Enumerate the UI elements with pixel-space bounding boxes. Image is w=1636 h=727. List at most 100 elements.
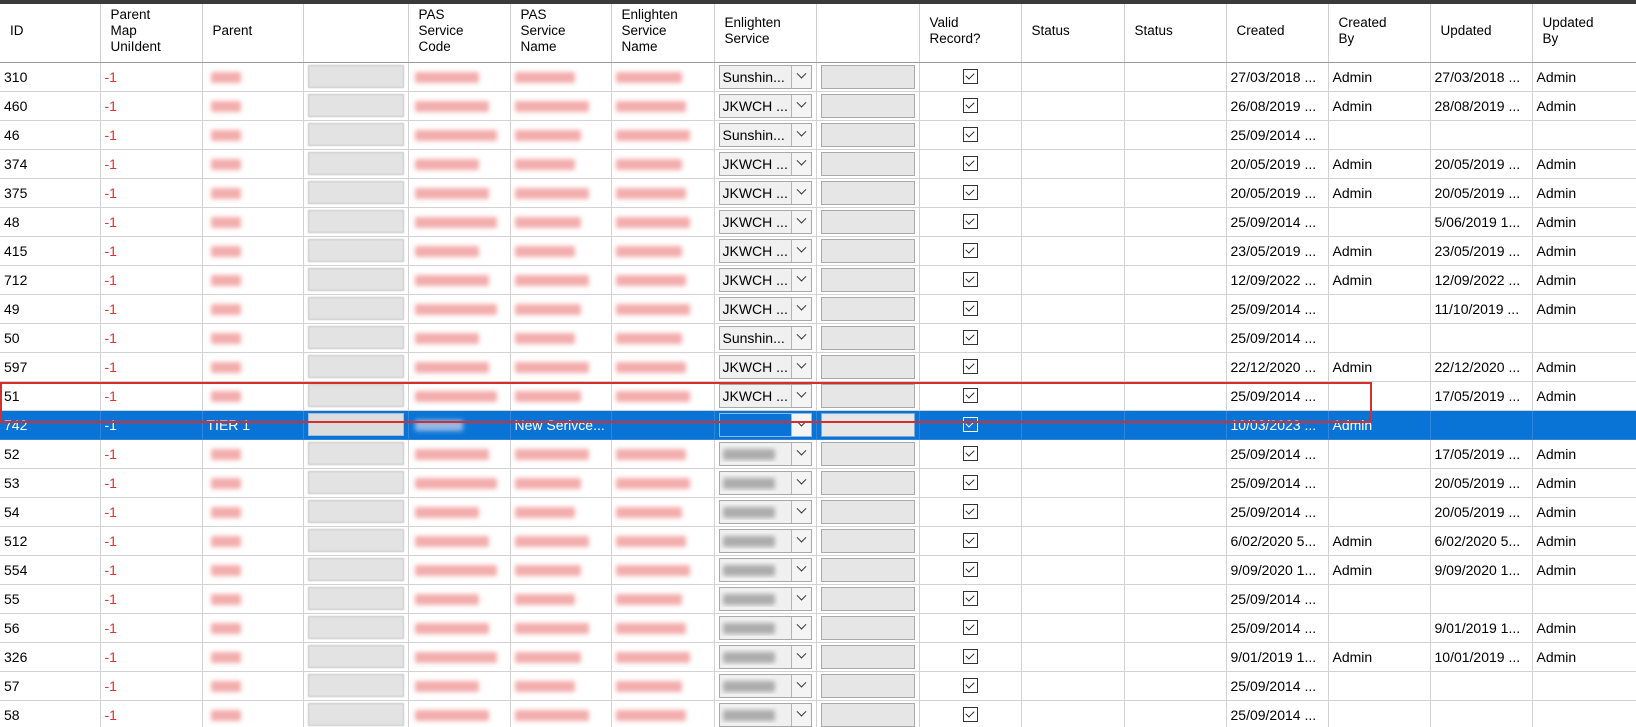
cell-created[interactable]: 9/09/2020 1...	[1226, 555, 1329, 585]
valid-record-checkbox[interactable]	[962, 475, 978, 490]
cell-valid-record[interactable]	[919, 120, 1022, 150]
cell-updated-by[interactable]: Admin	[1532, 381, 1636, 411]
valid-record-checkbox[interactable]	[962, 591, 978, 606]
cell-parent-map-uniident[interactable]: -1	[100, 526, 203, 556]
cell-parent[interactable]	[202, 294, 304, 324]
table-row[interactable]: 742 -1 TIER 1 New Serivce... 10/03/2023 ... A…	[0, 410, 1636, 440]
valid-record-checkbox[interactable]	[962, 359, 978, 374]
cell-input[interactable]	[816, 555, 920, 585]
cell-status-2[interactable]	[1124, 671, 1227, 701]
valid-record-checkbox[interactable]	[962, 301, 978, 316]
valid-record-checkbox[interactable]	[962, 620, 978, 635]
cell-pas-service-name[interactable]	[510, 381, 612, 411]
cell-input[interactable]	[816, 468, 920, 498]
input-box[interactable]	[820, 325, 915, 350]
cell-valid-record[interactable]	[919, 91, 1022, 121]
cell-status-2[interactable]	[1124, 555, 1227, 585]
valid-record-checkbox[interactable]	[962, 69, 978, 84]
cell-pas-service-code[interactable]	[408, 178, 511, 208]
enlighten-service-dropdown[interactable]	[718, 586, 812, 611]
cell-updated[interactable]	[1430, 410, 1533, 440]
input-box[interactable]	[820, 354, 915, 379]
cell-created-by[interactable]: Admin	[1328, 642, 1431, 672]
cell-pas-service-name[interactable]	[510, 149, 612, 179]
input-box[interactable]	[820, 528, 915, 553]
blank-field-box[interactable]	[307, 413, 404, 436]
cell-enlighten-service-name[interactable]	[611, 352, 715, 382]
blank-field-box[interactable]	[307, 65, 404, 88]
input-box[interactable]	[820, 441, 915, 466]
cell-blank-field[interactable]	[303, 526, 409, 556]
cell-updated[interactable]	[1430, 584, 1533, 614]
cell-updated-by[interactable]: Admin	[1532, 149, 1636, 179]
cell-created-by[interactable]: Admin	[1328, 555, 1431, 585]
cell-status-2[interactable]	[1124, 236, 1227, 266]
cell-pas-service-code[interactable]	[408, 381, 511, 411]
cell-parent-map-uniident[interactable]: -1	[100, 91, 203, 121]
cell-created[interactable]: 25/09/2014 ...	[1226, 120, 1329, 150]
table-row[interactable]: 554 -1 9/09/2020 1... Admin 9/09/2020 1... Ad…	[0, 555, 1636, 585]
cell-parent[interactable]	[202, 62, 304, 92]
cell-created-by[interactable]: Admin	[1328, 236, 1431, 266]
cell-valid-record[interactable]	[919, 439, 1022, 469]
input-box[interactable]	[820, 267, 915, 292]
table-row[interactable]: 50 -1 Sunshin... 25/09/2014 ...	[0, 323, 1636, 353]
cell-created-by[interactable]	[1328, 439, 1431, 469]
cell-pas-service-code[interactable]	[408, 120, 511, 150]
table-row[interactable]: 460 -1 JKWCH ... 26/08/2019 ... Admin 28/08/2…	[0, 91, 1636, 121]
cell-input[interactable]	[816, 526, 920, 556]
cell-id[interactable]: 310	[0, 62, 101, 92]
table-row[interactable]: 415 -1 JKWCH ... 23/05/2019 ... Admin 23/05/2…	[0, 236, 1636, 266]
cell-enlighten-service-name[interactable]	[611, 294, 715, 324]
cell-status[interactable]	[1021, 120, 1125, 150]
cell-pas-service-name[interactable]	[510, 120, 612, 150]
cell-created[interactable]: 20/05/2019 ...	[1226, 149, 1329, 179]
cell-pas-service-name[interactable]	[510, 207, 612, 237]
cell-blank-field[interactable]	[303, 323, 409, 353]
cell-updated-by[interactable]	[1532, 671, 1636, 701]
column-header-5[interactable]: PAS Service Name	[510, 4, 612, 63]
cell-pas-service-name[interactable]	[510, 700, 612, 727]
cell-parent[interactable]	[202, 671, 304, 701]
cell-status[interactable]	[1021, 236, 1125, 266]
valid-record-checkbox[interactable]	[962, 156, 978, 171]
cell-id[interactable]: 326	[0, 642, 101, 672]
table-row[interactable]: 48 -1 JKWCH ... 25/09/2014 ... 5/06/2019 1..…	[0, 207, 1636, 237]
cell-updated[interactable]	[1430, 120, 1533, 150]
cell-created[interactable]: 25/09/2014 ...	[1226, 439, 1329, 469]
table-row[interactable]: 374 -1 JKWCH ... 20/05/2019 ... Admin 20/05/2…	[0, 149, 1636, 179]
cell-valid-record[interactable]	[919, 410, 1022, 440]
valid-record-checkbox[interactable]	[962, 98, 978, 113]
valid-record-checkbox[interactable]	[962, 330, 978, 345]
cell-updated-by[interactable]: Admin	[1532, 526, 1636, 556]
cell-enlighten-service-name[interactable]	[611, 468, 715, 498]
cell-created-by[interactable]	[1328, 613, 1431, 643]
cell-updated[interactable]	[1430, 671, 1533, 701]
cell-status[interactable]	[1021, 323, 1125, 353]
cell-created[interactable]: 23/05/2019 ...	[1226, 236, 1329, 266]
cell-status[interactable]	[1021, 613, 1125, 643]
cell-input[interactable]	[816, 671, 920, 701]
chevron-down-icon[interactable]	[790, 616, 811, 639]
cell-blank-field[interactable]	[303, 352, 409, 382]
cell-valid-record[interactable]	[919, 671, 1022, 701]
cell-updated-by[interactable]: Admin	[1532, 236, 1636, 266]
valid-record-checkbox[interactable]	[962, 185, 978, 200]
cell-parent-map-uniident[interactable]: -1	[100, 381, 203, 411]
cell-parent[interactable]	[202, 323, 304, 353]
cell-input[interactable]	[816, 439, 920, 469]
cell-status[interactable]	[1021, 410, 1125, 440]
cell-created[interactable]: 25/09/2014 ...	[1226, 700, 1329, 727]
cell-created-by[interactable]	[1328, 120, 1431, 150]
cell-updated-by[interactable]	[1532, 410, 1636, 440]
column-header-12[interactable]: Created	[1226, 4, 1329, 63]
cell-pas-service-code[interactable]	[408, 526, 511, 556]
cell-created-by[interactable]: Admin	[1328, 91, 1431, 121]
cell-id[interactable]: 712	[0, 265, 101, 295]
cell-pas-service-name[interactable]	[510, 468, 612, 498]
cell-valid-record[interactable]	[919, 178, 1022, 208]
cell-updated[interactable]: 17/05/2019 ...	[1430, 381, 1533, 411]
chevron-down-icon[interactable]	[790, 674, 811, 697]
cell-status-2[interactable]	[1124, 265, 1227, 295]
cell-blank-field[interactable]	[303, 410, 409, 440]
